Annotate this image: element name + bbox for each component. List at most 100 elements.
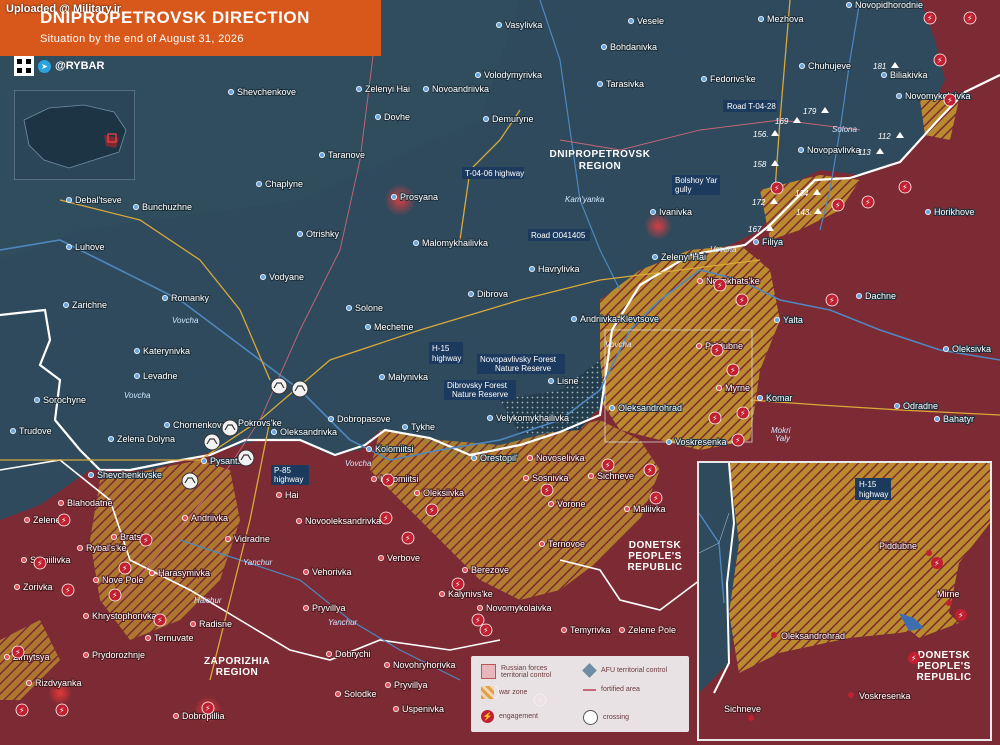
legend-fortified-swatch <box>583 688 596 691</box>
svg-text:⚡: ⚡ <box>122 564 128 573</box>
legend-engagement: ⚡ engagement <box>481 710 538 723</box>
svg-text:Tarasivka: Tarasivka <box>606 79 644 89</box>
svg-text:Vovcha: Vovcha <box>124 391 151 400</box>
place-ru: Novoselivka <box>527 452 586 464</box>
place-afu: Velykomykhailivka <box>486 412 570 424</box>
svg-text:Mechetne: Mechetne <box>374 322 414 332</box>
svg-text:⚡: ⚡ <box>112 591 118 600</box>
svg-text:156.: 156. <box>753 130 769 139</box>
svg-text:Filiya: Filiya <box>762 237 783 247</box>
engagement-icon: ⚡ <box>201 701 215 715</box>
svg-text:Novoselivka: Novoselivka <box>536 453 585 463</box>
place-afu: Zelena Dolyna <box>108 433 176 445</box>
svg-text:Vovcha: Vovcha <box>172 316 199 325</box>
place-afu: Chornenkove <box>163 419 228 431</box>
svg-text:⚡: ⚡ <box>829 296 835 305</box>
svg-text:Novomykolaivka: Novomykolaivka <box>905 91 971 101</box>
svg-text:Vidradne: Vidradne <box>234 534 270 544</box>
svg-text:Solona: Solona <box>832 125 857 134</box>
legend: Russian forces territorial control AFU t… <box>471 656 689 732</box>
engagement-icon: ⚡ <box>379 511 393 525</box>
crossing-icon <box>270 377 288 395</box>
engagement-icon: ⚡ <box>963 11 977 25</box>
svg-text:Trudove: Trudove <box>19 426 52 436</box>
engagement-icon: ⚡ <box>923 11 937 25</box>
engagement-icon: ⚡ <box>118 561 132 575</box>
place-ru: Prydorozhnje <box>83 649 146 661</box>
svg-text:Ivanivka: Ivanivka <box>659 207 692 217</box>
svg-text:134: 134 <box>795 189 809 198</box>
svg-text:Pokrovs'ke: Pokrovs'ke <box>238 418 282 428</box>
svg-text:⚡: ⚡ <box>405 534 411 543</box>
svg-text:⚡: ⚡ <box>947 96 953 105</box>
svg-text:⚡: ⚡ <box>429 506 435 515</box>
svg-text:⚡: ⚡ <box>740 409 746 418</box>
qr-code-icon <box>14 56 34 76</box>
svg-text:Andriivka-Klevtsove: Andriivka-Klevtsove <box>580 314 659 324</box>
telegram-icon: ➤ <box>38 59 51 73</box>
svg-text:169: 169 <box>775 117 789 126</box>
svg-text:⚡: ⚡ <box>15 648 21 657</box>
svg-text:Tykhe: Tykhe <box>411 422 435 432</box>
svg-text:Rybal's'ke: Rybal's'ke <box>86 543 126 553</box>
crossing-icon <box>221 419 239 437</box>
inset-donetsk: DONETSK PEOPLE'S REPUBLIC <box>916 650 971 683</box>
svg-text:Novooleksandrivka: Novooleksandrivka <box>305 516 381 526</box>
svg-text:Bolshoy Yar: Bolshoy Yar <box>675 176 718 185</box>
svg-text:Hai: Hai <box>285 490 299 500</box>
svg-text:Novohryhorivka: Novohryhorivka <box>393 660 456 670</box>
place-ru: Dobropillia <box>172 710 226 722</box>
place-afu: Fedorivs'ke <box>701 73 757 85</box>
place-afu: Voskresenka <box>666 436 728 448</box>
legend-crossing: crossing <box>583 710 629 725</box>
svg-text:Katerynivka: Katerynivka <box>143 346 190 356</box>
inset-map: H-15highway Piddubne Mirne Oleksandrohra… <box>699 463 990 739</box>
label-novopavlivsky: Novopavlivsky ForestNature Reserve <box>477 354 565 374</box>
svg-text:Yanchur: Yanchur <box>328 618 358 627</box>
overview-minimap <box>14 90 135 180</box>
svg-text:Voskresenka: Voskresenka <box>675 437 727 447</box>
road-label-t0406: T-04-06 highway <box>462 167 524 179</box>
svg-text:Verbove: Verbove <box>387 553 420 563</box>
engagement-icon: ⚡ <box>11 645 25 659</box>
svg-text:Nature Reserve: Nature Reserve <box>452 390 509 399</box>
svg-text:Solone: Solone <box>355 303 383 313</box>
place-afu: Novopidhorodnie <box>846 0 924 11</box>
engagement-icon: ⚡ <box>831 198 845 212</box>
svg-text:Sorochyne: Sorochyne <box>43 395 86 405</box>
place-afu: Katerynivka <box>133 345 191 357</box>
svg-text:Harasymivka: Harasymivka <box>158 568 210 578</box>
svg-text:179: 179 <box>803 107 817 116</box>
legend-war-zone: war zone <box>481 686 527 699</box>
svg-text:Taranove: Taranove <box>328 150 365 160</box>
svg-text:Uspenivka: Uspenivka <box>402 704 444 714</box>
label-bolshoy-yar: Bolshoy Yargully <box>672 175 720 195</box>
region-donetsk: DONETSK PEOPLE'S REPUBLIC <box>627 540 682 573</box>
svg-text:⚡: ⚡ <box>605 461 611 470</box>
svg-text:158: 158 <box>753 160 767 169</box>
svg-text:Ternuvate: Ternuvate <box>154 633 194 643</box>
svg-text:Luhove: Luhove <box>75 242 105 252</box>
place-afu: Novopavlivka <box>798 144 862 156</box>
brand-row: ➤ @RYBAR <box>14 56 104 76</box>
svg-text:Nature Reserve: Nature Reserve <box>495 364 552 373</box>
legend-russian-swatch <box>481 664 496 679</box>
svg-text:Khrystophorivka: Khrystophorivka <box>92 611 157 621</box>
svg-text:Novopavlivka: Novopavlivka <box>807 145 861 155</box>
map-subtitle: Situation by the end of August 31, 2026 <box>40 33 244 45</box>
svg-text:⚡: ⚡ <box>927 14 933 23</box>
svg-text:Prosyana: Prosyana <box>400 192 438 202</box>
place-afu: Malomykhailivka <box>412 237 489 249</box>
place-ru: Khrystophorivka <box>83 610 158 622</box>
svg-text:Havrylivka: Havrylivka <box>538 264 580 274</box>
place-ru: Novomykolaivka <box>476 602 553 614</box>
svg-text:Zelenyi Hai: Zelenyi Hai <box>661 252 706 262</box>
engagement-icon: ⚡ <box>943 93 957 107</box>
place-afu: Shevchenkivske <box>88 469 163 481</box>
svg-text:Yaly: Yaly <box>775 434 791 443</box>
place-afu: Oleksandrivka <box>270 426 338 438</box>
place-afu: Andriivka-Klevtsove <box>571 313 660 325</box>
svg-text:Mezhova: Mezhova <box>767 14 804 24</box>
legend-afu: AFU territorial control <box>582 663 683 678</box>
svg-text:T-04-06 highway: T-04-06 highway <box>465 169 524 178</box>
